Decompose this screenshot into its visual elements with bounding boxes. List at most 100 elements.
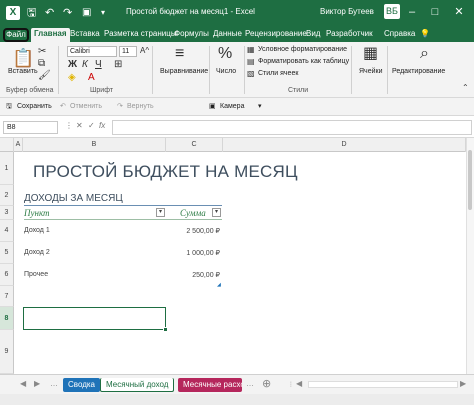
collapse-ribbon-icon[interactable]: ⌃ (462, 82, 469, 94)
fill-handle[interactable] (163, 327, 168, 332)
number-button[interactable]: Число (216, 68, 236, 75)
underline-icon[interactable]: Ч (95, 59, 102, 71)
redo-icon[interactable]: ↷ (63, 6, 72, 20)
number-format-icon[interactable]: % (218, 46, 232, 62)
close-icon[interactable]: ✕ (452, 5, 466, 19)
name-box-dropdown-icon[interactable]: ⋮ (65, 121, 73, 130)
format-table-button[interactable]: Форматировать как таблицу (258, 58, 349, 65)
vertical-scroll-thumb[interactable] (468, 150, 472, 210)
row-header-1[interactable]: 1 (0, 152, 14, 185)
cells-icon[interactable]: ▦ (363, 46, 378, 62)
user-name[interactable]: Виктор Бутеев (320, 7, 374, 16)
tab-review[interactable]: Рецензирование (245, 28, 307, 42)
column-header-a[interactable]: A (14, 138, 23, 152)
tab-file[interactable]: Файл (3, 28, 29, 42)
save-quick-button[interactable]: Сохранить (17, 101, 52, 113)
camera-icon[interactable]: ▣ (82, 6, 91, 20)
scroll-left-icon[interactable]: ◀ (296, 379, 302, 388)
tab-view[interactable]: Вид (306, 28, 320, 42)
undo-quick-button[interactable]: Отменить (70, 101, 102, 113)
table-row-label[interactable]: Доход 1 (24, 227, 50, 234)
search-icon[interactable]: ⌕ (420, 46, 429, 62)
save-icon[interactable]: 🖫 (27, 6, 36, 20)
tab-formulas[interactable]: Формулы (174, 28, 209, 42)
redo-quick-button[interactable]: Вернуть (127, 101, 154, 113)
enter-icon[interactable]: ✓ (88, 121, 95, 130)
name-box[interactable]: B8 (3, 121, 58, 134)
font-name-select[interactable]: Calibri (67, 46, 117, 57)
row-header-7[interactable]: 7 (0, 286, 14, 307)
more-sheets-right-icon[interactable]: … (246, 379, 254, 388)
row-header-8[interactable]: 8 (0, 307, 14, 330)
tab-developer[interactable]: Разработчик (326, 28, 373, 42)
row-header-4[interactable]: 4 (0, 220, 14, 242)
more-sheets-icon[interactable]: … (50, 379, 58, 388)
scroll-right-icon[interactable]: ▶ (460, 379, 466, 388)
table-resize-handle-icon[interactable]: ◢ (217, 282, 221, 288)
row-header-2[interactable]: 2 (0, 185, 14, 206)
row-header-5[interactable]: 5 (0, 242, 14, 264)
save-quick-icon[interactable]: 🖫 (6, 101, 12, 113)
italic-icon[interactable]: К (82, 59, 88, 71)
customize-quick-icon[interactable]: ▾ (258, 101, 262, 113)
paste-button[interactable]: Вставить (8, 68, 38, 75)
next-sheet-icon[interactable]: ▶ (34, 379, 40, 388)
tab-insert[interactable]: Вставка (70, 28, 100, 42)
prev-sheet-icon[interactable]: ◀ (20, 379, 26, 388)
minimize-icon[interactable]: – (405, 5, 419, 19)
table-row-value[interactable]: 250,00 ₽ (160, 271, 220, 279)
conditional-format-button[interactable]: Условное форматирование (258, 46, 347, 53)
lightbulb-icon[interactable]: 💡 (420, 28, 430, 42)
tab-home[interactable]: Главная (31, 28, 70, 42)
table-row-value[interactable]: 2 500,00 ₽ (160, 227, 220, 235)
cancel-icon[interactable]: ✕ (76, 121, 83, 130)
camera-quick-button[interactable]: Камера (220, 101, 244, 113)
cells-button[interactable]: Ячейки (359, 68, 382, 75)
table-row-label[interactable]: Доход 2 (24, 249, 50, 256)
copy-icon[interactable]: ⧉ (38, 58, 45, 70)
add-sheet-icon[interactable]: ⊕ (262, 377, 271, 390)
sheet-tab-summary[interactable]: Сводка (63, 378, 101, 392)
column-header-d[interactable]: D (223, 138, 466, 152)
tab-split-icon[interactable]: ⋮ (288, 381, 294, 388)
sheet-tab-monthly-expenses[interactable]: Месячные расходы (178, 378, 242, 392)
formula-input[interactable] (112, 120, 472, 135)
cut-icon[interactable]: ✂ (38, 46, 46, 58)
filter-item-dropdown-icon[interactable]: ▾ (156, 208, 165, 217)
sheet-tab-monthly-income[interactable]: Месячный доход (100, 378, 174, 392)
tab-data[interactable]: Данные (213, 28, 242, 42)
alignment-icon[interactable]: ≡ (175, 46, 184, 62)
bold-icon[interactable]: Ж (68, 59, 77, 71)
row-header-6[interactable]: 6 (0, 264, 14, 286)
user-avatar-icon[interactable]: ВБ (384, 4, 400, 19)
alignment-button[interactable]: Выравнивание (160, 68, 208, 75)
cell-styles-button[interactable]: Стили ячеек (258, 70, 298, 77)
tab-page-layout[interactable]: Разметка страницы (104, 28, 177, 42)
undo-icon[interactable]: ↶ (45, 6, 54, 20)
table-row-label[interactable]: Прочее (24, 271, 48, 278)
more-icon[interactable]: ▾ (101, 6, 105, 20)
grow-font-icon[interactable]: A^ (140, 45, 149, 57)
row-header-9[interactable]: 9 (0, 330, 14, 374)
restore-icon[interactable]: □ (428, 5, 442, 19)
font-color-icon[interactable]: A (88, 72, 95, 84)
camera-quick-icon[interactable]: ▣ (209, 101, 216, 113)
editing-button[interactable]: Редактирование (392, 68, 445, 75)
format-painter-icon[interactable]: 🖌 (38, 70, 51, 82)
horizontal-scrollbar[interactable] (308, 381, 458, 388)
function-icon[interactable]: fx (99, 121, 105, 130)
column-header-c[interactable]: C (166, 138, 223, 152)
paste-icon[interactable]: 📋 (12, 48, 34, 68)
selected-cell-b8[interactable] (23, 307, 166, 330)
undo-quick-icon[interactable]: ↶ (60, 101, 66, 113)
row-header-3[interactable]: 3 (0, 206, 14, 220)
font-size-select[interactable]: 11 (119, 46, 137, 57)
borders-icon[interactable]: ⊞ (114, 59, 122, 71)
filter-amount-dropdown-icon[interactable]: ▾ (212, 208, 221, 217)
fill-color-icon[interactable]: ◈ (68, 72, 76, 84)
redo-quick-icon[interactable]: ↷ (117, 101, 123, 113)
table-row-value[interactable]: 1 000,00 ₽ (160, 249, 220, 257)
tab-help[interactable]: Справка (384, 28, 415, 42)
column-header-b[interactable]: B (23, 138, 166, 152)
select-all-corner[interactable] (0, 138, 14, 152)
